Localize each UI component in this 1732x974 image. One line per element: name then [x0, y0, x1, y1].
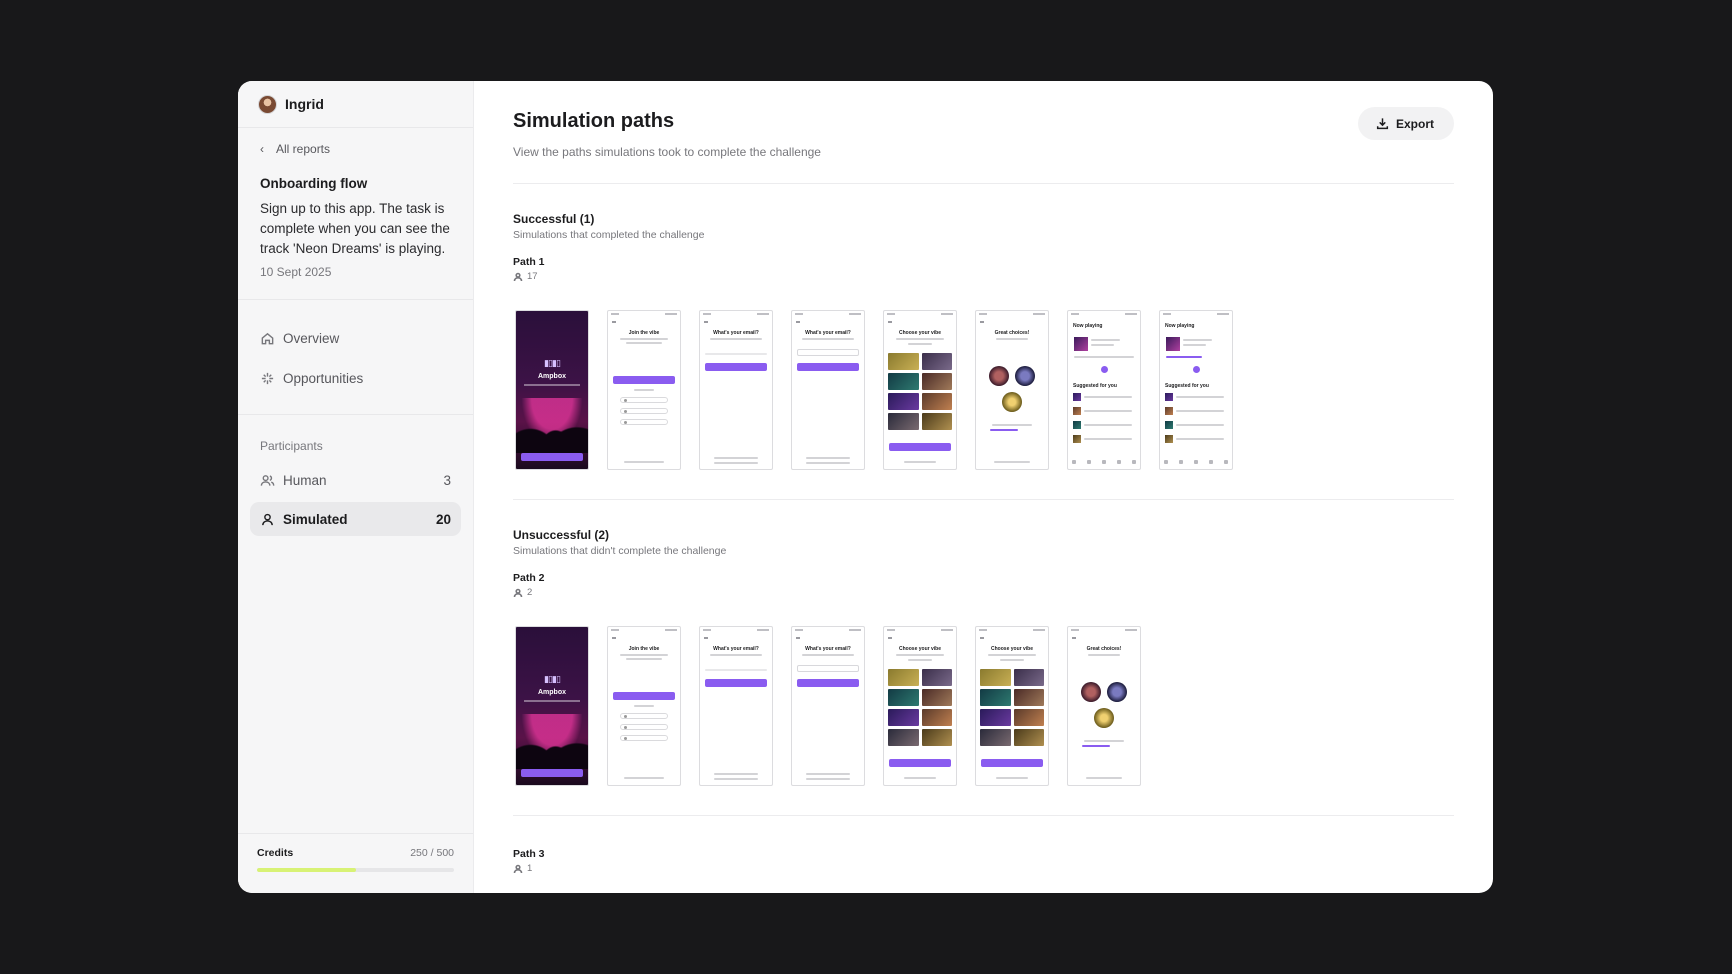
credits-progress-fill [257, 868, 356, 872]
screen-thumbnail-email-filled[interactable]: What's your email? [791, 310, 865, 470]
sidebar: Ingrid ‹ All reports Onboarding flow Sig… [238, 81, 474, 893]
screen-heading: Choose your vibe [899, 330, 941, 336]
sparkle-icon [261, 372, 274, 384]
report-date: 10 Sept 2025 [260, 265, 332, 279]
section-subtitle: Simulations that completed the challenge [513, 229, 705, 241]
sidebar-item-label: Overview [283, 330, 340, 346]
credits-label: Credits [257, 847, 294, 859]
screen-thumbnail-email[interactable]: What's your email? [699, 626, 773, 786]
section-title: Successful (1) [513, 212, 595, 226]
participants-item-label: Simulated [283, 511, 348, 527]
export-button[interactable]: Export [1357, 107, 1454, 140]
screen-heading: Join the vibe [628, 646, 660, 652]
download-icon [1376, 118, 1389, 130]
user-icon [513, 864, 523, 873]
all-reports-link[interactable]: ‹ All reports [260, 142, 451, 156]
path-count-value: 2 [527, 587, 533, 598]
chevron-left-icon: ‹ [260, 142, 264, 156]
screen-thumbnail-great-choices[interactable]: Great choices! [975, 310, 1049, 470]
path-screens: ▮▯▮▯ Ampbox Join the vibe What's your em… [513, 626, 1454, 786]
unsuccessful-section: Unsuccessful (2) Simulations that didn't… [513, 500, 1454, 786]
report-info: ‹ All reports Onboarding flow Sign up to… [238, 127, 473, 299]
path-3-section: Path 3 1 [513, 816, 1454, 874]
user-icon [262, 513, 273, 525]
section-title: Unsuccessful (2) [513, 528, 610, 542]
path-screens: ▮▯▮▯ Ampbox Join the vibe What's your em… [513, 310, 1454, 470]
screen-brand: Ampbox [538, 373, 566, 380]
page-header: Simulation paths View the paths simulati… [513, 107, 1454, 159]
screen-thumbnail-email[interactable]: What's your email? [699, 310, 773, 470]
screen-thumbnail-great-choices[interactable]: Great choices! [1067, 626, 1141, 786]
screen-subheading: Suggested for you [1073, 383, 1117, 389]
screen-heading: Now playing [1073, 323, 1103, 329]
users-icon [260, 474, 275, 486]
page-title: Simulation paths [513, 110, 675, 132]
screen-thumbnail-vibe[interactable]: Choose your vibe [883, 626, 957, 786]
report-description: Sign up to this app. The task is complet… [260, 201, 450, 256]
screen-heading: Great choices! [994, 330, 1030, 336]
path-count: 17 [513, 271, 1454, 282]
screen-thumbnail-join[interactable]: Join the vibe [607, 626, 681, 786]
screen-thumbnail-vibe-2[interactable]: Choose your vibe [975, 626, 1049, 786]
participants-item-count: 3 [443, 472, 451, 488]
screen-heading: Choose your vibe [899, 646, 941, 652]
screen-thumbnail-now-playing-2[interactable]: Now playing Suggested for you [1159, 310, 1233, 470]
path-title: Path 2 [513, 572, 545, 584]
avatar [258, 94, 277, 114]
path-count: 2 [513, 587, 1454, 598]
screen-heading: What's your email? [713, 646, 759, 652]
sidebar-nav: Overview Opportunities [238, 299, 473, 414]
participants-section: Participants Human 3 Simulated 20 [238, 414, 473, 536]
waveform-icon: ▮▯▮▯ [544, 358, 561, 368]
participants-heading: Participants [260, 439, 323, 453]
page-subtitle: View the paths simulations took to compl… [513, 145, 821, 159]
screen-subheading: Suggested for you [1165, 383, 1209, 389]
home-icon [261, 332, 274, 344]
sidebar-item-overview[interactable]: Overview [250, 318, 461, 358]
all-reports-label: All reports [276, 142, 331, 156]
credits-progress-bar [257, 868, 454, 872]
export-label: Export [1395, 116, 1434, 131]
screen-heading: What's your email? [805, 330, 851, 336]
sidebar-item-opportunities[interactable]: Opportunities [250, 358, 461, 398]
participants-item-label: Human [283, 472, 327, 488]
path-title: Path 1 [513, 256, 545, 268]
screen-thumbnail-vibe[interactable]: Choose your vibe [883, 310, 957, 470]
credits-panel: Credits 250 / 500 [238, 833, 473, 893]
app-window: Ingrid ‹ All reports Onboarding flow Sig… [238, 81, 1493, 893]
user-icon [513, 272, 523, 281]
participants-item-count: 20 [435, 511, 451, 527]
path-count: 1 [513, 863, 1454, 874]
path-count-value: 1 [527, 863, 533, 874]
waveform-icon: ▮▯▮▯ [544, 674, 561, 684]
path-title: Path 3 [513, 848, 545, 860]
successful-section: Successful (1) Simulations that complete… [513, 184, 1454, 470]
screen-heading: What's your email? [805, 646, 851, 652]
section-subtitle: Simulations that didn't complete the cha… [513, 545, 727, 557]
main-content: Simulation paths View the paths simulati… [474, 81, 1493, 893]
user-menu[interactable]: Ingrid [238, 81, 473, 127]
report-title: Onboarding flow [260, 176, 368, 191]
credits-value: 250 / 500 [410, 847, 454, 859]
participants-item-simulated[interactable]: Simulated 20 [250, 502, 461, 536]
screen-brand: Ampbox [538, 689, 566, 696]
screen-thumbnail-join[interactable]: Join the vibe [607, 310, 681, 470]
screen-thumbnail-splash[interactable]: ▮▯▮▯ Ampbox [515, 310, 589, 470]
path-count-value: 17 [527, 271, 538, 282]
screen-thumbnail-now-playing[interactable]: Now playing Suggested for you [1067, 310, 1141, 470]
user-name: Ingrid [285, 96, 324, 112]
screen-heading: Great choices! [1086, 646, 1122, 652]
screen-heading: Now playing [1165, 323, 1195, 329]
user-icon [513, 588, 523, 597]
participants-item-human[interactable]: Human 3 [250, 463, 461, 497]
screen-heading: Join the vibe [628, 330, 660, 336]
sidebar-item-label: Opportunities [283, 370, 364, 386]
screen-thumbnail-splash[interactable]: ▮▯▮▯ Ampbox [515, 626, 589, 786]
screen-heading: Choose your vibe [991, 646, 1033, 652]
screen-heading: What's your email? [713, 330, 759, 336]
screen-thumbnail-email-filled[interactable]: What's your email? [791, 626, 865, 786]
